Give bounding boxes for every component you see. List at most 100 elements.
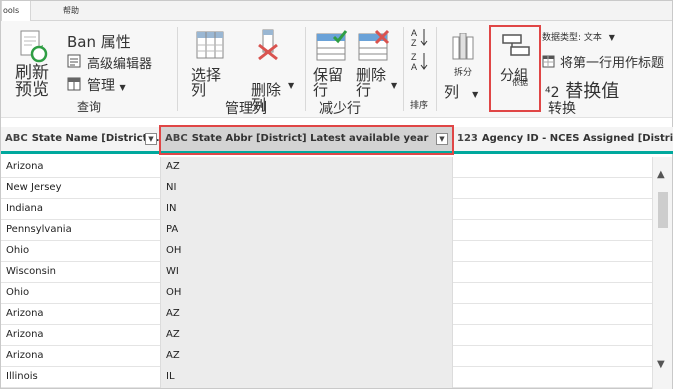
column-header-state-name[interactable]: ABC State Name [District]... [1,127,161,151]
properties-prefix: Ban [67,33,96,51]
column-filter-button[interactable]: ▼ [145,133,157,145]
table-cell[interactable]: Arizona [1,304,161,325]
selected-column-highlight [159,125,454,155]
manage-label: 管理 [87,78,115,94]
column-title: Agency ID - NCES Assigned [District] La [481,133,673,144]
table-row[interactable]: Arizona AZ [1,304,653,325]
table-cell[interactable] [453,346,653,367]
chevron-down-icon[interactable]: ▼ [391,81,397,90]
split-column-label-bottom: 列 [444,83,460,101]
table-cell[interactable] [453,367,653,388]
split-column-icon [452,32,474,65]
ribbon: 刷新 预览 Ban 属性 高级编辑器 管理 ▼ 查询 选择 列 删除 列 ▼ 管… [1,21,672,118]
table-cell[interactable]: NI [161,178,453,199]
chevron-down-icon[interactable]: ▼ [288,81,294,90]
ribbon-separator [436,27,437,111]
table-cell[interactable]: IL [161,367,453,388]
table-cell[interactable]: Wisconsin [1,262,161,283]
tab-help[interactable]: 帮助 [63,1,93,21]
group-label-reduce-rows: 减少行 [319,101,361,117]
chevron-down-icon: ▼ [608,33,615,42]
number-type-icon[interactable]: 123 [457,127,478,151]
ribbon-separator [305,27,306,111]
use-first-row-as-headers-button[interactable]: 将第一行用作标题 [560,52,664,71]
table-cell[interactable]: Indiana [1,199,161,220]
table-cell[interactable]: Illinois [1,367,161,388]
first-row-header-icon [542,53,555,72]
table-cell[interactable] [453,199,653,220]
table-row[interactable]: Indiana IN [1,199,653,220]
table-cell[interactable]: Ohio [1,241,161,262]
properties-label: 属性 [100,33,131,51]
table-cell[interactable]: Ohio [1,283,161,304]
table-cell[interactable] [453,283,653,304]
chevron-down-icon: ▼ [472,90,479,99]
table-cell[interactable]: OH [161,241,453,262]
table-row[interactable]: Arizona AZ [1,346,653,367]
tab-tools[interactable]: ools [1,1,31,22]
text-type-icon[interactable]: ABC [5,127,28,151]
svg-text:Z: Z [411,38,417,47]
manage-icon [67,76,81,95]
table-cell[interactable] [453,220,653,241]
table-cell[interactable]: AZ [161,157,453,178]
keep-rows-button[interactable]: 保留 行 [313,68,343,98]
table-cell[interactable]: Arizona [1,346,161,367]
table-row[interactable]: New Jersey NI [1,178,653,199]
data-grid: ABC State Name [District]... ▼ ABC State A… [1,127,673,389]
column-title: State Name [District]... [31,133,161,144]
table-row[interactable]: Arizona AZ [1,157,653,178]
table-cell[interactable]: PA [161,220,453,241]
split-column-button[interactable]: 拆分 列 ▼ [444,65,478,102]
table-cell[interactable]: AZ [161,304,453,325]
table-cell[interactable] [453,241,653,262]
keep-rows-icon [316,29,348,65]
group-label-transform: 转换 [548,101,576,117]
remove-rows-button[interactable]: 删除 行 [356,68,386,98]
remove-columns-icon [256,29,282,65]
table-row[interactable]: Ohio OH [1,283,653,304]
table-cell[interactable]: Pennsylvania [1,220,161,241]
table-cell[interactable]: OH [161,283,453,304]
table-cell[interactable] [453,262,653,283]
advanced-editor-icon [67,53,81,72]
table-cell[interactable]: Arizona [1,325,161,346]
manage-button[interactable]: 管理 ▼ [87,75,126,95]
group-label-manage-columns: 管理列 [225,101,267,117]
table-cell[interactable]: AZ [161,325,453,346]
choose-columns-button[interactable]: 选择 列 [191,68,221,98]
svg-text:A: A [411,62,417,71]
table-cell[interactable] [453,157,653,178]
table-cell[interactable] [453,304,653,325]
table-row[interactable]: Illinois IL [1,367,653,388]
chevron-down-icon: ▼ [119,83,126,92]
table-row[interactable]: Pennsylvania PA [1,220,653,241]
data-type-label: 数据类型: 文本 [542,33,602,43]
advanced-editor-button[interactable]: 高级编辑器 [87,53,152,72]
table-cell[interactable]: IN [161,199,453,220]
svg-text:Z: Z [411,52,417,62]
table-cell[interactable]: New Jersey [1,178,161,199]
table-row[interactable]: Wisconsin WI [1,262,653,283]
remove-rows-icon [358,29,390,65]
scroll-down-icon[interactable]: ▼ [657,359,665,370]
table-cell[interactable] [453,178,653,199]
table-cell[interactable]: Arizona [1,157,161,178]
table-row[interactable]: Ohio OH [1,241,653,262]
scrollbar-thumb[interactable] [658,192,668,228]
ribbon-tab-bar: ools 帮助 [1,1,672,22]
table-cell[interactable]: WI [161,262,453,283]
vertical-scrollbar[interactable]: ▲ ▼ [652,157,672,389]
sort-ascending-icon[interactable]: AZ [411,27,429,51]
sort-descending-icon[interactable]: ZA [411,51,429,75]
refresh-preview-button[interactable]: 刷新 预览 [15,65,51,99]
table-cell[interactable] [453,325,653,346]
data-type-dropdown[interactable]: 数据类型: 文本 ▼ [542,30,615,43]
properties-button[interactable]: Ban 属性 [67,31,131,52]
svg-text:A: A [411,28,417,38]
table-cell[interactable]: AZ [161,346,453,367]
scroll-up-icon[interactable]: ▲ [657,169,665,180]
group-label-sort: 排序 [410,101,429,111]
table-row[interactable]: Arizona AZ [1,325,653,346]
column-header-agency-id[interactable]: 123Agency ID - NCES Assigned [District] … [453,127,673,151]
